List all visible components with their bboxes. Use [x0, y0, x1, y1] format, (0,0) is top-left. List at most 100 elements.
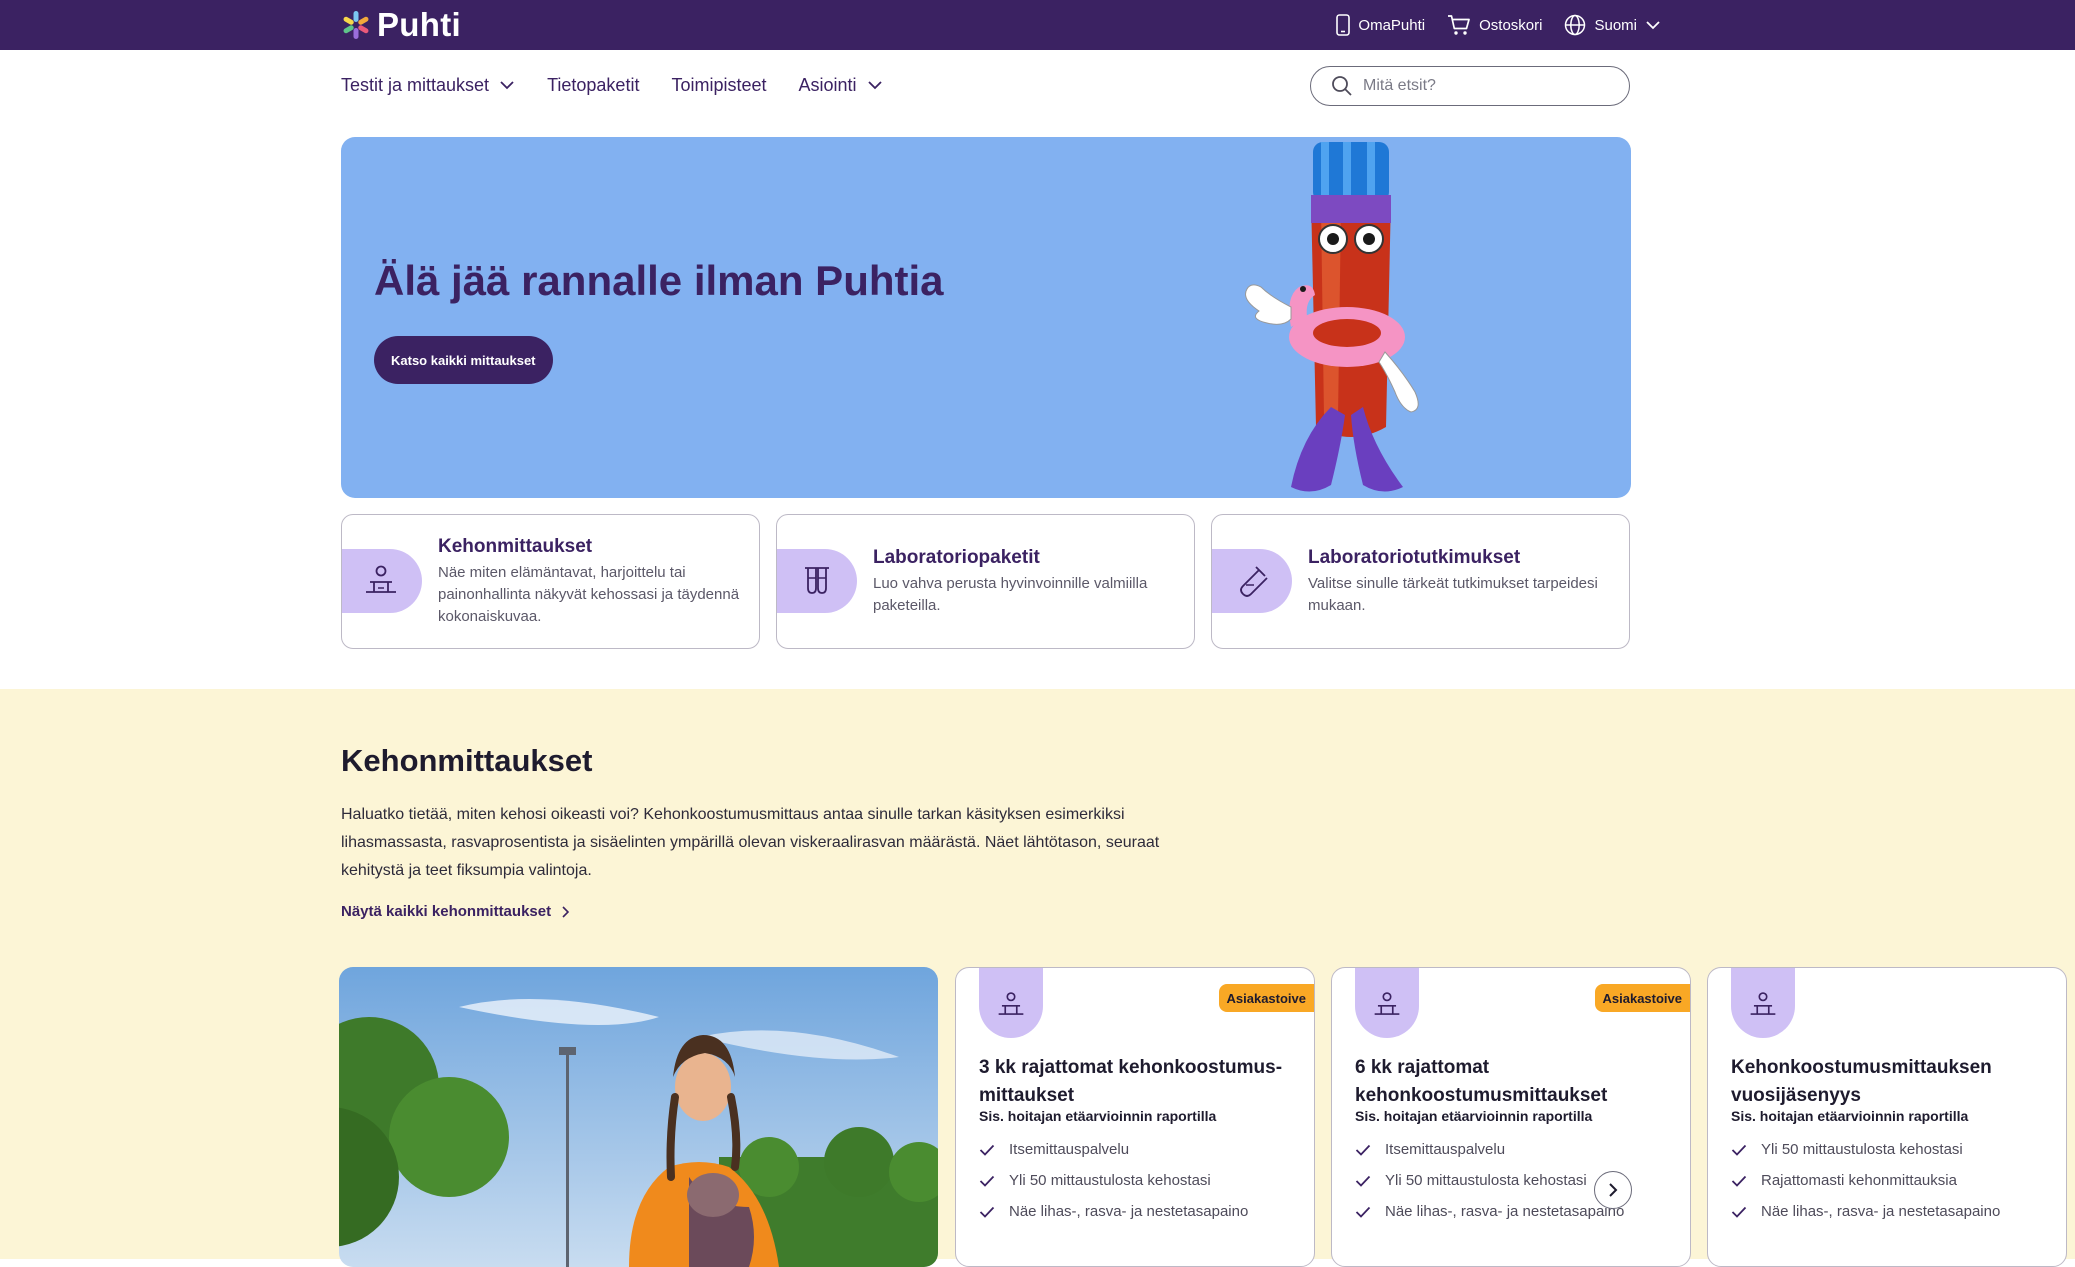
nav-label: Asiointi — [798, 74, 857, 95]
product-subtitle: Sis. hoitajan etäarvioinnin raportilla — [1355, 1108, 1593, 1124]
feature-text: Yli 50 mittaustulosta kehostasi — [1385, 1172, 1587, 1189]
category-description: Näe miten elämäntavat, harjoittelu tai p… — [438, 563, 740, 625]
product-title: Kehonkoostumusmittauksen vuosijäsenyys — [1731, 1057, 1992, 1106]
feature-list: Itsemittauspalvelu Yli 50 mittaustulosta… — [979, 1134, 1248, 1227]
category-text: Kehonmittaukset Näe miten elämäntavat, h… — [438, 515, 741, 648]
see-all-measurements-button[interactable]: Katso kaikki mittaukset — [374, 336, 553, 384]
cart-link[interactable]: Ostoskori — [1447, 14, 1542, 36]
omapuhti-label: OmaPuhti — [1358, 16, 1426, 34]
check-icon — [979, 1144, 995, 1156]
link-label: Näytä kaikki kehonmittaukset — [341, 903, 552, 920]
runner-photo — [339, 967, 938, 1267]
feature-item: Itsemittauspalvelu — [979, 1134, 1248, 1165]
category-title: Laboratoriopaketit — [873, 546, 1040, 568]
body-measurements-section: Kehonmittaukset Haluatko tietää, miten k… — [0, 689, 2075, 1267]
feature-item: Yli 50 mittaustulosta kehostasi — [1731, 1134, 2000, 1165]
feature-list: Itsemittauspalvelu Yli 50 mittaustulosta… — [1355, 1134, 1624, 1227]
language-selector[interactable]: Suomi — [1564, 14, 1661, 36]
language-label: Suomi — [1594, 16, 1637, 34]
test-tubes-icon — [805, 567, 829, 594]
nav-item-locations[interactable]: Toimipisteet — [671, 75, 766, 96]
product-card[interactable]: Asiakastoive 3 kk rajattomat kehonkoostu… — [955, 967, 1315, 1267]
check-icon — [1355, 1175, 1371, 1187]
feature-text: Yli 50 mittaustulosta kehostasi — [1761, 1141, 1963, 1158]
product-card[interactable]: Kehonkoostumusmittauksen vuosijäsenyys S… — [1707, 967, 2067, 1267]
feature-item: Näe lihas-, rasva- ja nestetasapaino — [1355, 1196, 1624, 1227]
phone-icon — [1336, 14, 1351, 36]
search-icon — [1332, 76, 1352, 96]
globe-icon — [1565, 14, 1586, 36]
product-icon-bg — [1355, 968, 1419, 1038]
category-card-lab-tests[interactable]: Laboratoriotutkimukset Valitse sinulle t… — [1211, 514, 1630, 649]
body-measure-icon — [1374, 992, 1400, 1015]
nav-label: Tietopaketit — [547, 74, 640, 95]
feature-list: Yli 50 mittaustulosta kehostasi Rajattom… — [1731, 1134, 2000, 1227]
top-bar: Puhti OmaPuhti Ostoskori Suomi — [0, 0, 2075, 50]
category-description: Luo vahva perusta hyvinvoinnille valmiil… — [873, 574, 1148, 614]
category-description: Valitse sinulle tärkeät tutkimukset tarp… — [1308, 574, 1598, 614]
cart-icon — [1448, 15, 1470, 35]
customer-wish-badge: Asiakastoive — [1218, 984, 1314, 1012]
feature-text: Näe lihas-, rasva- ja nestetasapaino — [1385, 1203, 1625, 1220]
chevron-right-icon — [562, 905, 570, 918]
runner-image — [339, 967, 938, 1267]
category-text: Laboratoriopaketit Luo vahva perusta hyv… — [873, 515, 1176, 648]
feature-item: Näe lihas-, rasva- ja nestetasapaino — [979, 1196, 1248, 1227]
feature-text: Näe lihas-, rasva- ja nestetasapaino — [1009, 1203, 1249, 1220]
search-input[interactable] — [1363, 77, 1613, 95]
product-title: 3 kk rajattomat kehonkoostumus-mittaukse… — [979, 1057, 1283, 1106]
feature-text: Näe lihas-, rasva- ja nestetasapaino — [1761, 1203, 2001, 1220]
category-card-body[interactable]: Kehonmittaukset Näe miten elämäntavat, h… — [341, 514, 760, 649]
chevron-right-icon — [1609, 1183, 1618, 1197]
category-icon-bg — [777, 549, 857, 613]
body-measure-icon — [366, 565, 396, 593]
category-icon-bg — [342, 549, 422, 613]
check-icon — [1731, 1144, 1747, 1156]
feature-text: Yli 50 mittaustulosta kehostasi — [1009, 1172, 1211, 1189]
feature-text: Itsemittauspalvelu — [1009, 1141, 1130, 1158]
main-nav: Testit ja mittaukset Tietopaketit Toimip… — [341, 68, 883, 102]
product-icon-bg — [1731, 968, 1795, 1038]
product-card[interactable]: Asiakastoive 6 kk rajattomat kehonkoostu… — [1331, 967, 1691, 1267]
omapuhti-link[interactable]: OmaPuhti — [1336, 14, 1425, 36]
show-all-body-measurements-link[interactable]: Näytä kaikki kehonmittaukset — [341, 903, 570, 920]
section-description: Haluatko tietää, miten kehosi oikeasti v… — [341, 806, 1160, 879]
customer-wish-badge: Asiakastoive — [1594, 984, 1690, 1012]
cart-label: Ostoskori — [1479, 16, 1543, 34]
chevron-down-icon — [867, 81, 882, 90]
nav-item-services[interactable]: Asiointi — [799, 75, 883, 96]
category-text: Laboratoriotutkimukset Valitse sinulle t… — [1308, 515, 1611, 648]
top-links: OmaPuhti Ostoskori Suomi — [1336, 0, 1661, 50]
hero-banner: Älä jää rannalle ilman Puhtia Katso kaik… — [341, 137, 1631, 498]
logo[interactable]: Puhti — [341, 6, 461, 44]
test-tube-icon — [1240, 566, 1268, 597]
check-icon — [979, 1175, 995, 1187]
nav-item-tests[interactable]: Testit ja mittaukset — [341, 75, 515, 96]
feature-text: Itsemittauspalvelu — [1385, 1141, 1506, 1158]
product-subtitle: Sis. hoitajan etäarvioinnin raportilla — [1731, 1108, 1969, 1124]
product-subtitle: Sis. hoitajan etäarvioinnin raportilla — [979, 1108, 1217, 1124]
feature-text: Rajattomasti kehonmittauksia — [1761, 1172, 1957, 1189]
chevron-down-icon — [1646, 21, 1660, 30]
puhti-logo-icon — [343, 11, 369, 39]
body-measure-icon — [1750, 992, 1776, 1015]
nav-label: Toimipisteet — [671, 74, 767, 95]
body-measure-icon — [998, 992, 1024, 1015]
category-title: Kehonmittaukset — [438, 535, 593, 557]
check-icon — [1731, 1175, 1747, 1187]
section-title: Kehonmittaukset — [341, 743, 593, 778]
search-box[interactable] — [1310, 66, 1630, 106]
category-icon-bg — [1212, 549, 1292, 613]
feature-item: Yli 50 mittaustulosta kehostasi — [1355, 1165, 1624, 1196]
chevron-down-icon — [500, 81, 514, 90]
mascot-illustration — [1245, 142, 1419, 492]
nav-item-packages[interactable]: Tietopaketit — [547, 75, 639, 96]
carousel-next-button[interactable] — [1594, 1171, 1632, 1209]
check-icon — [1355, 1144, 1371, 1156]
hero-title: Älä jää rannalle ilman Puhtia — [374, 257, 944, 304]
check-icon — [979, 1206, 995, 1218]
nav-label: Testit ja mittaukset — [341, 74, 490, 95]
category-card-lab-packages[interactable]: Laboratoriopaketit Luo vahva perusta hyv… — [776, 514, 1195, 649]
feature-item: Yli 50 mittaustulosta kehostasi — [979, 1165, 1248, 1196]
category-title: Laboratoriotutkimukset — [1308, 546, 1521, 568]
